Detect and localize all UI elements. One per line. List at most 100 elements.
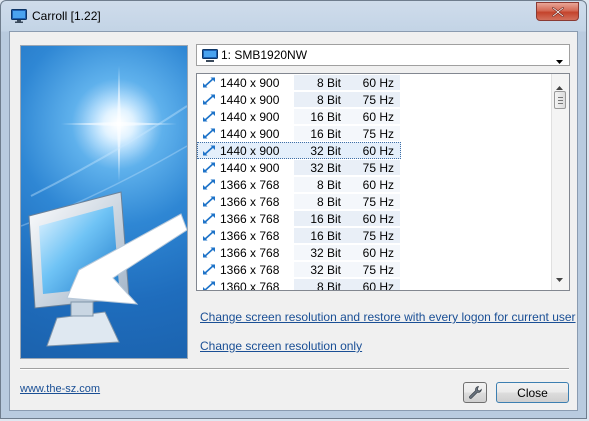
diagonal-resize-icon [203,111,215,125]
resolution-text: 1440 x 900 [220,93,280,107]
divider [20,368,569,370]
resolution-text: 1360 x 768 [220,280,280,291]
resolution-cell: 1440 x 900 [198,126,294,141]
resolution-text: 1366 x 768 [220,195,280,209]
scroll-down-icon[interactable] [556,271,563,285]
diagonal-resize-icon [203,179,215,193]
refresh-rate-cell: 75 Hz [347,194,400,209]
display-mode-row[interactable]: 1366 x 768 32 Bit 60 Hz [197,244,401,261]
refresh-rate-cell: 60 Hz [347,279,400,291]
refresh-rate-cell: 75 Hz [347,228,400,243]
display-mode-row[interactable]: 1440 x 900 8 Bit 75 Hz [197,91,401,108]
resolution-cell: 1366 x 768 [198,262,294,277]
resolution-text: 1366 x 768 [220,246,280,260]
color-depth-cell: 8 Bit [294,92,347,107]
resolution-cell: 1366 x 768 [198,245,294,260]
color-depth-text: 32 Bit [310,144,341,158]
color-depth-cell: 8 Bit [294,177,347,192]
settings-button[interactable] [463,382,487,403]
diagonal-resize-icon [203,264,215,278]
window-close-button[interactable] [536,2,579,21]
refresh-rate-text: 60 Hz [362,280,394,291]
diagonal-resize-icon [203,213,215,227]
close-button-label: Close [517,386,548,400]
resolution-cell: 1440 x 900 [198,160,294,175]
diagonal-resize-icon [203,94,215,108]
color-depth-cell: 16 Bit [294,109,347,124]
diagonal-resize-icon [203,196,215,210]
close-icon [552,7,564,17]
close-button[interactable]: Close [496,382,569,403]
title-bar[interactable]: Carroll [1.22] [1,1,586,31]
color-depth-text: 8 Bit [316,280,341,291]
diagonal-resize-icon [203,77,215,91]
monitor-dropdown[interactable]: 1: SMB1920NW [196,44,570,66]
refresh-rate-cell: 60 Hz [347,211,400,226]
resolution-text: 1440 x 900 [220,76,280,90]
display-mode-row[interactable]: 1440 x 900 32 Bit 60 Hz [197,142,401,159]
color-depth-cell: 16 Bit [294,228,347,243]
scrollbar-thumb[interactable] [554,91,566,109]
website-link[interactable]: www.the-sz.com [20,383,100,395]
refresh-rate-text: 75 Hz [362,127,394,141]
color-depth-text: 8 Bit [316,93,341,107]
resolution-text: 1366 x 768 [220,229,280,243]
display-mode-row[interactable]: 1440 x 900 16 Bit 60 Hz [197,108,401,125]
banner-image [20,45,188,359]
display-mode-row[interactable]: 1440 x 900 32 Bit 75 Hz [197,159,401,176]
color-depth-cell: 16 Bit [294,126,347,141]
display-mode-row[interactable]: 1366 x 768 32 Bit 75 Hz [197,261,401,278]
display-mode-row[interactable]: 1360 x 768 8 Bit 60 Hz [197,278,401,291]
refresh-rate-text: 60 Hz [362,212,394,226]
resolution-cell: 1440 x 900 [198,143,294,158]
color-depth-cell: 8 Bit [294,194,347,209]
resolution-cell: 1366 x 768 [198,211,294,226]
color-depth-cell: 32 Bit [294,160,347,175]
vertical-scrollbar[interactable] [551,74,569,290]
wrench-icon [469,386,482,399]
refresh-rate-cell: 75 Hz [347,160,400,175]
app-window: Carroll [1.22] 1: SMB1920NW 1440 x 900 8… [0,0,587,419]
diagonal-resize-icon [203,145,215,159]
resolution-text: 1440 x 900 [220,144,280,158]
display-mode-rows: 1440 x 900 8 Bit 60 Hz 1440 x 900 8 Bit 75 Hz… [197,74,553,291]
change-resolution-link[interactable]: Change screen resolution only [200,339,362,353]
display-mode-row[interactable]: 1440 x 900 16 Bit 75 Hz [197,125,401,142]
display-mode-row[interactable]: 1366 x 768 8 Bit 75 Hz [197,193,401,210]
color-depth-cell: 32 Bit [294,262,347,277]
resolution-cell: 1440 x 900 [198,92,294,107]
chevron-down-icon [556,53,563,67]
restore-resolution-link[interactable]: Change screen resolution and restore wit… [200,310,576,324]
refresh-rate-cell: 60 Hz [347,177,400,192]
refresh-rate-text: 75 Hz [362,93,394,107]
color-depth-text: 32 Bit [310,246,341,260]
resolution-text: 1366 x 768 [220,178,280,192]
color-depth-cell: 16 Bit [294,211,347,226]
resolution-text: 1440 x 900 [220,127,280,141]
diagonal-resize-icon [203,281,215,290]
refresh-rate-cell: 60 Hz [347,109,400,124]
color-depth-text: 16 Bit [310,127,341,141]
display-mode-row[interactable]: 1440 x 900 8 Bit 60 Hz [197,74,401,91]
resolution-cell: 1360 x 768 [198,279,294,291]
display-mode-row[interactable]: 1366 x 768 16 Bit 75 Hz [197,227,401,244]
window-title: Carroll [1.22] [32,9,101,23]
display-mode-row[interactable]: 1366 x 768 16 Bit 60 Hz [197,210,401,227]
refresh-rate-text: 60 Hz [362,246,394,260]
color-depth-text: 8 Bit [316,76,341,90]
color-depth-text: 32 Bit [310,161,341,175]
refresh-rate-text: 75 Hz [362,263,394,277]
diagonal-resize-icon [203,162,215,176]
refresh-rate-cell: 60 Hz [347,143,400,158]
refresh-rate-cell: 75 Hz [347,262,400,277]
diagonal-resize-icon [203,230,215,244]
refresh-rate-text: 75 Hz [362,161,394,175]
resolution-text: 1440 x 900 [220,161,280,175]
color-depth-cell: 8 Bit [294,75,347,90]
display-mode-row[interactable]: 1366 x 768 8 Bit 60 Hz [197,176,401,193]
resolution-text: 1366 x 768 [220,263,280,277]
resolution-cell: 1366 x 768 [198,228,294,243]
color-depth-cell: 32 Bit [294,143,347,158]
display-mode-list[interactable]: 1440 x 900 8 Bit 60 Hz 1440 x 900 8 Bit 75 Hz… [196,73,570,291]
color-depth-cell: 8 Bit [294,279,347,291]
